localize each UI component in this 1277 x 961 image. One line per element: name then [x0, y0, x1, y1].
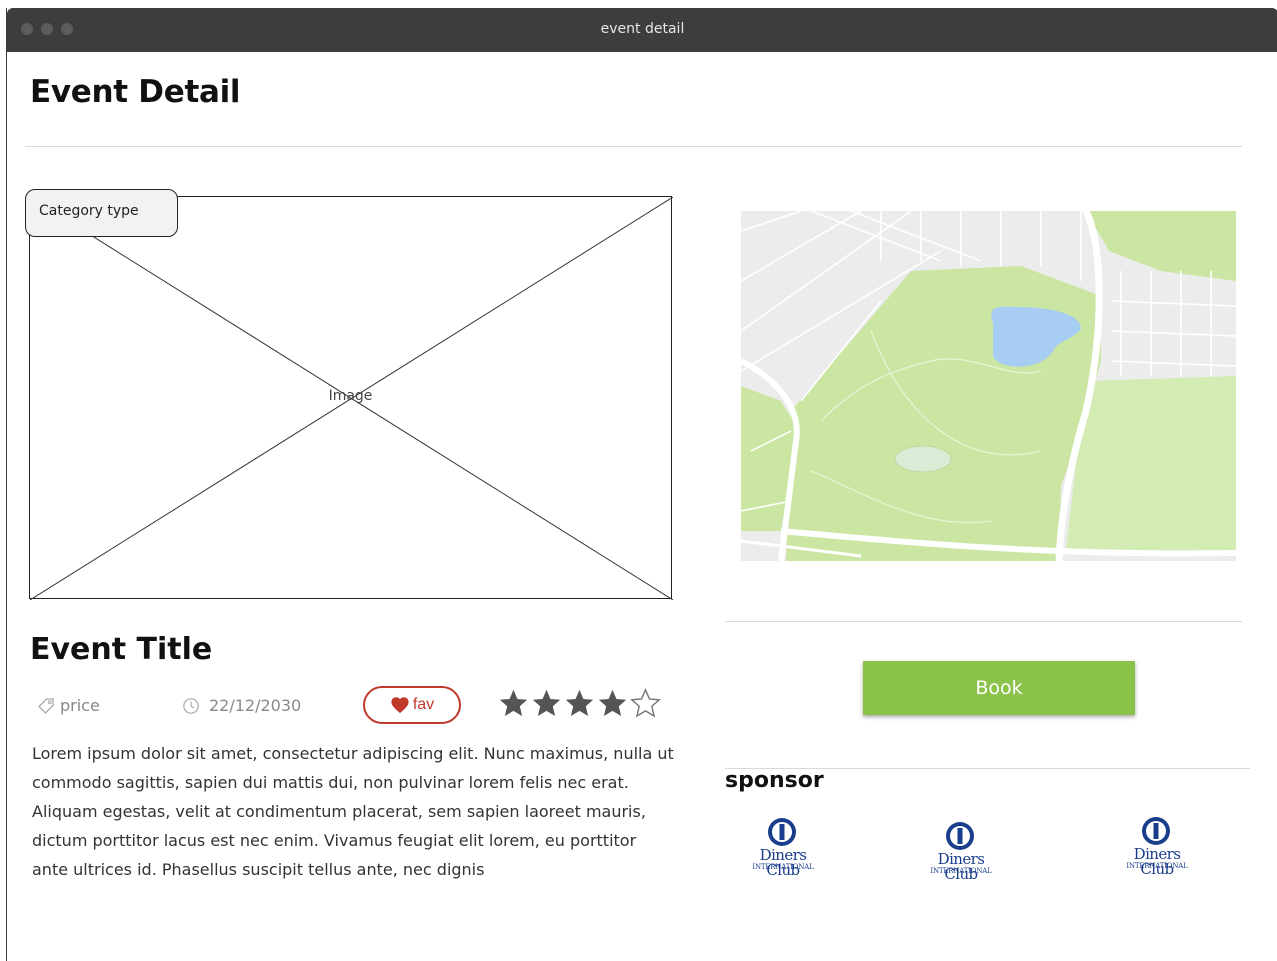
- diners-club-icon: [768, 818, 796, 846]
- sponsor-title: sponsor: [725, 768, 824, 793]
- map-divider: [725, 621, 1242, 622]
- price-label: price: [60, 696, 100, 715]
- tag-icon: [38, 697, 54, 714]
- sponsor-logo[interactable]: Diners Club INTERNATIONAL: [920, 821, 1002, 882]
- date-info: 22/12/2030: [182, 696, 301, 715]
- title-bar: event detail: [7, 8, 1277, 52]
- book-button[interactable]: Book: [863, 661, 1135, 715]
- category-label: Category type: [39, 203, 139, 219]
- image-label: Image: [328, 388, 373, 404]
- rating-stars[interactable]: [498, 688, 663, 719]
- sponsor-logo[interactable]: Diners Club INTERNATIONAL: [742, 817, 824, 878]
- fav-button[interactable]: fav: [363, 686, 461, 724]
- diners-club-icon: [946, 822, 974, 850]
- fav-label: fav: [412, 696, 435, 713]
- clock-icon: [183, 697, 199, 714]
- event-date: 22/12/2030: [209, 696, 302, 715]
- event-image-placeholder: Image: [29, 196, 673, 600]
- diners-club-icon: [1142, 817, 1170, 845]
- sponsor-logo-sub: INTERNATIONAL: [1126, 862, 1188, 870]
- map-graphic: [741, 211, 1236, 561]
- app-window: event detail Event Detail Image Category…: [6, 8, 1277, 961]
- star-filled-icon[interactable]: [597, 688, 628, 719]
- window-title: event detail: [600, 21, 685, 37]
- event-title: Event Title: [30, 632, 213, 667]
- sponsor-logo-sub: INTERNATIONAL: [930, 867, 992, 875]
- page-title: Event Detail: [30, 74, 241, 110]
- price-info: price: [37, 696, 100, 715]
- heart-icon: [391, 697, 409, 714]
- sponsor-logo-sub: INTERNATIONAL: [752, 863, 814, 871]
- sponsor-logo[interactable]: Diners Club INTERNATIONAL: [1116, 816, 1198, 877]
- category-badge[interactable]: Category type: [25, 189, 178, 237]
- event-location-map[interactable]: [741, 211, 1236, 561]
- event-description: Lorem ipsum dolor sit amet, consectetur …: [32, 744, 674, 879]
- header-divider: [25, 146, 1242, 147]
- star-filled-icon[interactable]: [531, 688, 562, 719]
- star-filled-icon[interactable]: [564, 688, 595, 719]
- star-filled-icon[interactable]: [498, 688, 529, 719]
- star-empty-icon[interactable]: [630, 688, 661, 719]
